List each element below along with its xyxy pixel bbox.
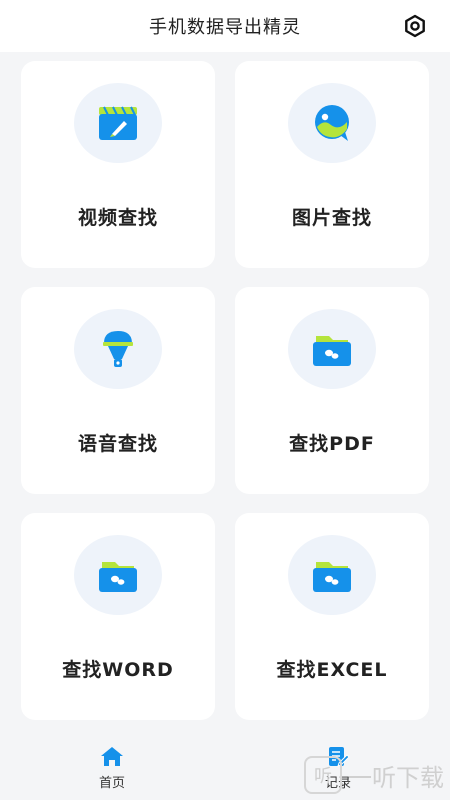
document-edit-icon [329,747,350,767]
video-clapper-icon [99,106,137,140]
card-label: 查找PDF [289,433,375,455]
voice-lamp-icon [103,331,133,367]
card-label: 语音查找 [77,433,158,455]
eye-settings-icon [405,14,425,38]
settings-button[interactable] [400,11,430,41]
tab-records[interactable]: 记录 [298,746,378,796]
icon-circle [74,535,162,615]
feature-grid: 视频查找 图片查找 语音查找 查找PDF 查找WORD 查找EXCEL [21,61,429,720]
tab-label: 首页 [98,776,125,791]
icon-circle [288,309,376,389]
card-label: 图片查找 [291,207,372,229]
tab-label: 记录 [324,776,351,791]
page-title: 手机数据导出精灵 [149,17,301,38]
image-chat-icon [315,105,349,141]
word-folder-icon [99,562,137,592]
icon-circle [288,83,376,163]
icon-circle [74,309,162,389]
card-voice-search[interactable]: 语音查找 [21,287,215,494]
card-pdf-search[interactable]: 查找PDF [235,287,429,494]
card-label: 查找WORD [62,659,174,681]
card-word-search[interactable]: 查找WORD [21,513,215,720]
excel-folder-icon [313,562,351,592]
bottom-tab-bar: 首页 记录 [0,740,450,800]
icon-circle [74,83,162,163]
card-excel-search[interactable]: 查找EXCEL [235,513,429,720]
card-label: 查找EXCEL [276,659,388,681]
pdf-folder-icon [313,336,351,366]
app-header: 手机数据导出精灵 [0,0,450,52]
card-label: 视频查找 [77,207,158,229]
card-video-search[interactable]: 视频查找 [21,61,215,268]
home-icon [101,747,123,766]
icon-circle [288,535,376,615]
card-image-search[interactable]: 图片查找 [235,61,429,268]
tab-home[interactable]: 首页 [72,746,152,796]
